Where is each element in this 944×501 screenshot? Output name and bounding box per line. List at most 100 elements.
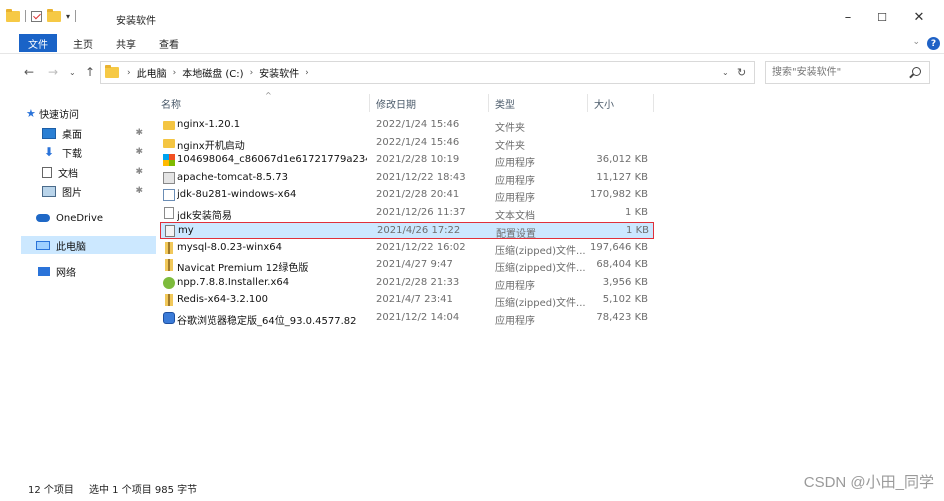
table-row[interactable]: nginx开机启动 2022/1/24 15:46 文件夹: [160, 135, 654, 152]
tab-home[interactable]: 主页: [66, 35, 100, 51]
watermark: CSDN @小田_同学: [803, 474, 934, 491]
customize-toolbar-icon[interactable]: ▾: [66, 12, 70, 21]
sidebar-item-quick-access[interactable]: ★ 快速访问: [26, 104, 160, 122]
file-name: 104698064_c86067d1e61721779a234...: [177, 154, 367, 165]
chevron-right-icon: ›: [249, 67, 254, 78]
file-date: 2021/12/22 16:02: [376, 241, 466, 253]
file-type: 配置设置: [496, 229, 536, 240]
file-size: 11,127 KB: [596, 171, 648, 183]
file-name: mysql-8.0.23-winx64: [177, 241, 282, 253]
file-size: 78,423 KB: [596, 311, 648, 323]
download-icon: ⬇: [43, 144, 55, 159]
search-input[interactable]: [766, 62, 904, 83]
expand-ribbon-icon[interactable]: ⌄: [912, 37, 920, 47]
network-icon: [38, 266, 50, 276]
table-row[interactable]: 104698064_c86067d1e61721779a234... 2021/2…: [160, 152, 654, 169]
search-icon[interactable]: [912, 67, 921, 76]
sidebar-item-onedrive[interactable]: OneDrive: [36, 209, 155, 227]
up-icon[interactable]: ↑: [85, 65, 95, 79]
file-date: 2021/2/28 20:41: [376, 189, 460, 200]
column-header-date[interactable]: 修改日期: [372, 94, 489, 112]
search-box[interactable]: [765, 61, 930, 84]
file-type: 应用程序: [495, 158, 535, 169]
file-name: apache-tomcat-8.5.73: [177, 171, 288, 183]
file-date: 2021/12/22 18:43: [376, 171, 466, 183]
sidebar-item-label: 图片: [62, 187, 82, 199]
maximize-button[interactable]: ☐: [864, 6, 900, 28]
tab-share[interactable]: 共享: [109, 35, 143, 51]
address-row: ← → ⌄ ↑ › 此电脑 › 本地磁盘 (C:) › 安装软件 › ⌄ ↻: [0, 56, 944, 88]
sidebar-item-label: 网络: [56, 267, 76, 279]
item-count: 12 个项目: [28, 485, 74, 496]
breadcrumb-install-software[interactable]: 安装软件: [259, 65, 299, 80]
folder-icon: [163, 121, 175, 130]
cloud-icon: [36, 214, 50, 222]
column-header-type[interactable]: 类型: [491, 94, 588, 112]
file-name: 谷歌浏览器稳定版_64位_93.0.4577.82: [177, 315, 357, 327]
file-type: 应用程序: [495, 175, 535, 187]
file-list: 名称 ^ 修改日期 类型 大小 nginx-1.20.1 2022/1/24 15…: [157, 91, 944, 472]
chevron-right-icon: ›: [127, 67, 131, 78]
properties-icon[interactable]: [31, 10, 42, 22]
forward-icon[interactable]: →: [48, 65, 58, 79]
file-date: 2022/1/24 15:46: [376, 136, 460, 148]
folder-icon: [105, 65, 119, 78]
chrome-icon: [163, 311, 175, 324]
selection-info: 选中 1 个项目 985 字节: [89, 485, 198, 496]
file-size: 1 KB: [626, 225, 649, 236]
file-name: jdk-8u281-windows-x64: [177, 189, 297, 200]
table-row[interactable]: Redis-x64-3.2.100 2021/4/7 23:41 压缩(zipped…: [160, 292, 654, 309]
tomcat-icon: [163, 171, 175, 184]
file-type: 文件夹: [495, 123, 525, 134]
table-row[interactable]: jdk-8u281-windows-x64 2021/2/28 20:41 应用程序…: [160, 187, 654, 204]
sidebar-item-network[interactable]: 网络: [38, 262, 155, 280]
file-date: 2022/1/24 15:46: [376, 119, 460, 130]
new-folder-icon[interactable]: [47, 8, 61, 22]
file-type: 应用程序: [495, 193, 535, 204]
table-row[interactable]: 谷歌浏览器稳定版_64位_93.0.4577.82 2021/12/2 14:04…: [160, 310, 654, 327]
minimize-button[interactable]: –: [830, 6, 866, 28]
table-row[interactable]: Navicat Premium 12绿色版 2021/4/27 9:47 压缩(zi…: [160, 257, 654, 274]
refresh-icon[interactable]: ↻: [737, 66, 746, 79]
file-name: nginx-1.20.1: [177, 119, 241, 130]
column-header-size[interactable]: 大小: [590, 94, 654, 112]
tab-view[interactable]: 查看: [152, 35, 186, 51]
file-size: 3,956 KB: [602, 276, 648, 288]
divider: [25, 10, 26, 22]
table-row[interactable]: npp.7.8.8.Installer.x64 2021/2/28 21:33 应用…: [160, 275, 654, 292]
tab-file[interactable]: 文件: [19, 34, 57, 52]
address-dropdown-icon[interactable]: ⌄: [722, 68, 729, 77]
sidebar-item-this-pc[interactable]: 此电脑: [21, 236, 156, 254]
sidebar-item-desktop[interactable]: 桌面 ✱: [42, 124, 155, 142]
table-row[interactable]: nginx-1.20.1 2022/1/24 15:46 文件夹: [160, 117, 654, 134]
zip-icon: [165, 259, 173, 271]
sidebar-item-pictures[interactable]: 图片 ✱: [42, 182, 155, 200]
sidebar-item-documents[interactable]: 文档 ✱: [42, 163, 155, 181]
breadcrumb-this-pc[interactable]: 此电脑: [137, 65, 167, 80]
ini-icon: [165, 225, 175, 237]
column-header-name[interactable]: 名称 ^: [157, 91, 370, 112]
back-icon[interactable]: ←: [24, 65, 34, 79]
address-bar[interactable]: › 此电脑 › 本地磁盘 (C:) › 安装软件 ›: [100, 61, 755, 84]
table-row[interactable]: jdk安装简易 2021/12/26 11:37 文本文档 1 KB: [160, 205, 654, 222]
zip-icon: [165, 294, 173, 306]
close-button[interactable]: ✕: [901, 6, 937, 28]
recent-locations-icon[interactable]: ⌄: [69, 68, 76, 77]
help-icon[interactable]: ?: [927, 37, 940, 50]
ribbon: 文件 主页 共享 查看 ⌄ ?: [0, 32, 944, 54]
table-row[interactable]: my 2021/4/26 17:22 配置设置 1 KB: [160, 222, 654, 240]
breadcrumb-local-disk[interactable]: 本地磁盘 (C:): [182, 65, 243, 80]
file-date: 2021/4/27 9:47: [376, 259, 453, 270]
table-row[interactable]: mysql-8.0.23-winx64 2021/12/22 16:02 压缩(zi…: [160, 240, 654, 257]
folder-icon: [163, 138, 175, 148]
status-bar: 12 个项目 选中 1 个项目 985 字节: [0, 475, 944, 501]
file-date: 2021/2/28 10:19: [376, 154, 460, 165]
pin-icon: ✱: [135, 186, 143, 196]
file-name: my: [178, 225, 194, 236]
table-row[interactable]: apache-tomcat-8.5.73 2021/12/22 18:43 应用程序…: [160, 170, 654, 187]
sidebar-item-downloads[interactable]: ⬇ 下载 ✱: [42, 143, 155, 161]
java-icon: [163, 189, 175, 201]
chevron-right-icon: ›: [172, 67, 177, 78]
file-date: 2021/4/26 17:22: [377, 225, 461, 236]
npp-icon: [163, 276, 175, 289]
